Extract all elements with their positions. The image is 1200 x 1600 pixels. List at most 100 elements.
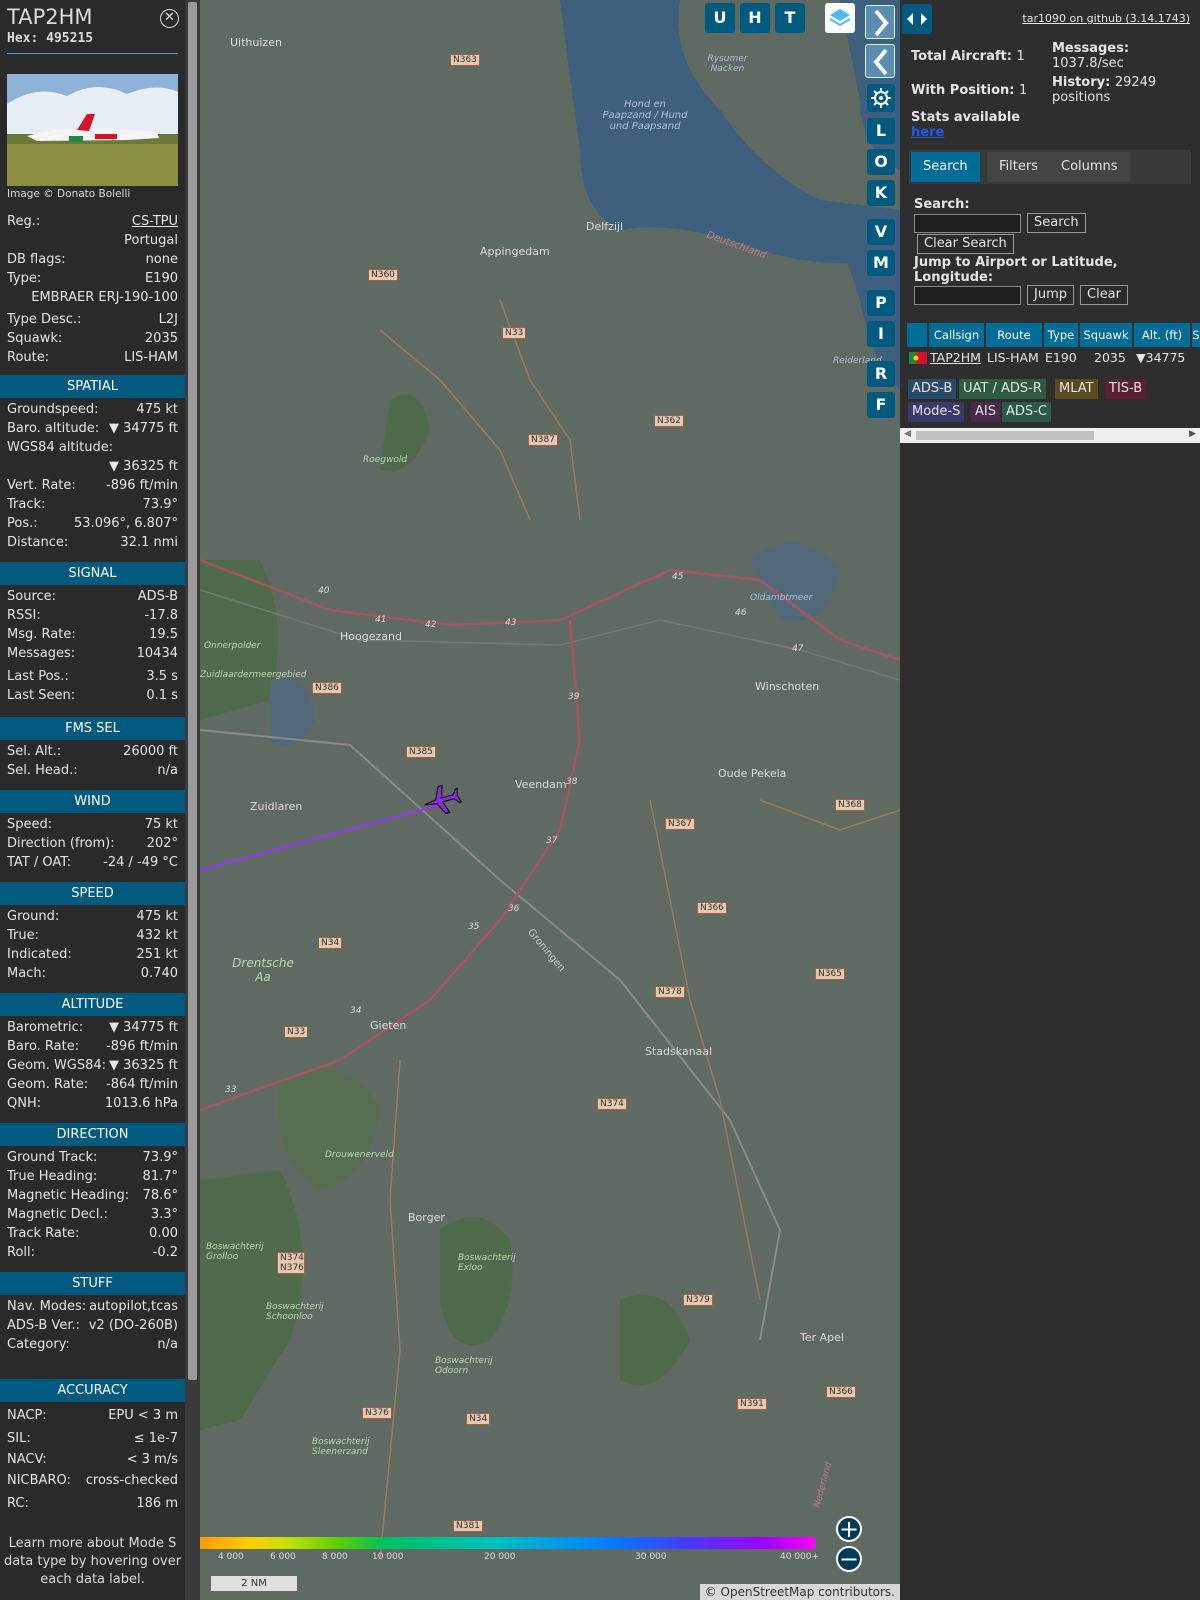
- toggle-k-button[interactable]: K: [867, 180, 895, 206]
- dbflags-label: DB flags:: [7, 252, 66, 267]
- badge-modes[interactable]: Mode-S: [908, 402, 965, 422]
- map-view[interactable]: Uithuizen Appingedam Delfzijl Hoogezand …: [200, 0, 900, 1600]
- scrollbar-thumb[interactable]: [188, 2, 197, 1380]
- clear-button[interactable]: Clear: [1080, 285, 1128, 305]
- scroll-right-icon[interactable]: ▶: [1189, 429, 1196, 439]
- reg-row: Reg.: CS-TPU: [7, 214, 178, 232]
- close-icon[interactable]: ✕: [160, 9, 179, 28]
- history-label: History:: [1052, 75, 1111, 90]
- country-value: Portugal: [124, 233, 178, 248]
- row-type: E190: [1045, 350, 1077, 365]
- tab-filters[interactable]: Filters: [987, 152, 1050, 182]
- clear-search-button[interactable]: Clear Search: [917, 234, 1014, 254]
- direction-row: Roll: -0.2: [7, 1245, 178, 1260]
- section-stuff: STUFF: [0, 1272, 185, 1295]
- toggle-v-button[interactable]: V: [867, 219, 895, 245]
- section-speed: SPEED: [0, 882, 185, 905]
- tab-search[interactable]: Search: [911, 152, 980, 182]
- place-label: Drouwenerveld: [325, 1150, 394, 1160]
- badge-adsc[interactable]: ADS-C: [1002, 402, 1051, 422]
- accuracy-row: RC: 186 m: [7, 1496, 178, 1511]
- toggle-o-button[interactable]: O: [867, 149, 895, 175]
- toggle-f-button[interactable]: F: [867, 392, 895, 418]
- layers-icon[interactable]: [825, 3, 855, 33]
- road-shield: N391: [737, 1398, 767, 1410]
- badge-uat[interactable]: UAT / ADS-R: [959, 379, 1046, 399]
- table-horizontal-scrollbar[interactable]: ◀ ▶: [900, 428, 1200, 443]
- aircraft-info-panel: TAP2HM Hex: 495215 ✕ Image © Donato Bole…: [0, 0, 185, 1600]
- road-shield: N386: [312, 682, 342, 694]
- typedesc-row: Type Desc.: L2J: [7, 312, 178, 330]
- stats-link[interactable]: here: [911, 125, 944, 140]
- road-shield: N363: [450, 54, 480, 66]
- search-input[interactable]: [914, 214, 1021, 233]
- table-header-speed[interactable]: S: [1192, 323, 1200, 347]
- row-callsign[interactable]: TAP2HM: [930, 348, 981, 368]
- place-label: Delfzijl: [586, 220, 624, 233]
- toggle-h-button[interactable]: H: [740, 3, 770, 33]
- altitude-row: QNH: 1013.6 hPa: [7, 1096, 178, 1111]
- scroll-left-icon[interactable]: ◀: [904, 429, 911, 439]
- aircraft-photo[interactable]: [7, 74, 178, 186]
- jump-input[interactable]: [914, 286, 1021, 305]
- table-header-altitude[interactable]: Alt. (ft): [1134, 323, 1190, 347]
- fms-row: Sel. Head.: n/a: [7, 763, 178, 778]
- spatial-row: Vert. Rate: -896 ft/min: [7, 478, 178, 493]
- speed-row: True: 432 kt: [7, 928, 178, 943]
- map-canvas[interactable]: [200, 0, 900, 1600]
- badge-ais[interactable]: AIS: [971, 402, 1000, 422]
- github-link[interactable]: tar1090 on github (3.14.1743): [1022, 12, 1190, 25]
- toggle-i-button[interactable]: I: [867, 321, 895, 347]
- table-header-type[interactable]: Type: [1044, 323, 1078, 347]
- scrollbar-thumb[interactable]: [916, 431, 1094, 440]
- wind-row: TAT / OAT: -24 / -49 °C: [7, 855, 178, 870]
- history-stat: History: 29249 positions: [1052, 75, 1192, 105]
- toggle-t-button[interactable]: T: [775, 3, 805, 33]
- zoom-in-button[interactable]: +: [836, 1516, 862, 1542]
- toggle-u-button[interactable]: U: [705, 3, 735, 33]
- toggle-p-button[interactable]: P: [867, 290, 895, 316]
- table-header-flag[interactable]: [907, 323, 927, 347]
- stats-label: Stats available: [911, 110, 1021, 125]
- direction-row: Track Rate: 0.00: [7, 1226, 178, 1241]
- badge-adsb[interactable]: ADS-B: [908, 379, 957, 399]
- chevron-left-icon[interactable]: [865, 44, 895, 78]
- spatial-row: Track: 73.9°: [7, 497, 178, 512]
- total-label: Total Aircraft:: [911, 49, 1012, 64]
- aircraft-marker-icon[interactable]: [422, 782, 462, 818]
- attribution-suffix: contributors.: [814, 1585, 895, 1599]
- road-shield: N385: [406, 746, 436, 758]
- tab-columns[interactable]: Columns: [1049, 152, 1130, 182]
- reg-link[interactable]: CS-TPU: [132, 214, 178, 229]
- place-label: Oude Pekela: [718, 767, 787, 780]
- table-header-squawk[interactable]: Squawk: [1080, 323, 1132, 347]
- type-value: E190: [144, 271, 178, 286]
- badge-mlat[interactable]: MLAT: [1055, 379, 1098, 399]
- table-header-callsign[interactable]: Callsign: [929, 323, 984, 347]
- badge-tisb[interactable]: TIS-B: [1105, 379, 1147, 399]
- gear-icon[interactable]: [867, 84, 895, 112]
- km-marker: 38: [566, 777, 578, 787]
- info-panel-scrollbar[interactable]: [185, 0, 200, 1600]
- expand-collapse-icon[interactable]: [902, 4, 932, 34]
- jump-button[interactable]: Jump: [1027, 285, 1074, 305]
- attribution-link[interactable]: OpenStreetMap: [721, 1585, 815, 1599]
- toggle-r-button[interactable]: R: [867, 361, 895, 387]
- table-header-route[interactable]: Route: [986, 323, 1042, 347]
- toggle-m-button[interactable]: M: [867, 250, 895, 276]
- place-label: Boswachterij Sleenerzand: [312, 1437, 370, 1457]
- chevron-right-icon[interactable]: [865, 5, 895, 39]
- table-row[interactable]: TAP2HM LIS-HAM E190 2035 ▼34775: [900, 348, 1200, 368]
- place-label: Veendam: [515, 778, 567, 791]
- zoom-out-button[interactable]: −: [836, 1546, 862, 1572]
- right-sidebar: tar1090 on github (3.14.1743) Total Airc…: [900, 0, 1200, 1600]
- search-button[interactable]: Search: [1027, 213, 1086, 233]
- toggle-l-button[interactable]: L: [867, 118, 895, 144]
- road-shield: N366: [697, 902, 727, 914]
- section-signal: SIGNAL: [0, 562, 185, 585]
- total-aircraft-stat: Total Aircraft: 1: [911, 49, 1025, 64]
- road-shield: N387: [528, 434, 558, 446]
- km-marker: 46: [735, 608, 747, 618]
- road-shield: N379: [683, 1294, 713, 1306]
- scale-label: 40 000+: [780, 1552, 820, 1562]
